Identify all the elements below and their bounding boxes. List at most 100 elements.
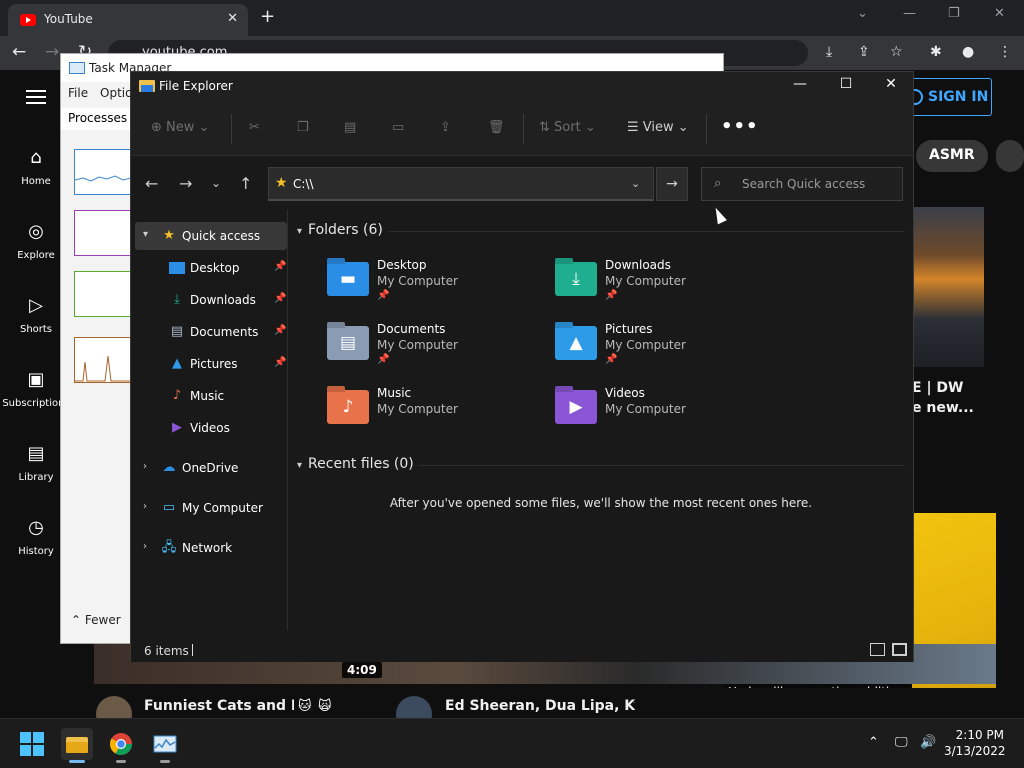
address-input[interactable]: C:\\ xyxy=(293,177,314,191)
recent-files-group-header[interactable]: ▾ Recent files (0) xyxy=(297,456,414,472)
maximize-button[interactable]: ☐ xyxy=(823,76,869,98)
folder-documents[interactable]: ▤ Documents My Computer 📌 xyxy=(327,320,537,376)
forward-icon[interactable]: → xyxy=(179,174,192,193)
clock-time: 2:10 PM xyxy=(955,728,1004,742)
more-options-icon[interactable]: ••• xyxy=(721,116,759,137)
folders-group-header[interactable]: ▾ Folders (6) xyxy=(297,222,383,238)
file-explorer-titlebar[interactable]: File Explorer — ☐ ✕ xyxy=(131,72,913,102)
chip-next[interactable] xyxy=(996,140,1024,172)
details-view-icon[interactable] xyxy=(870,643,885,656)
sidebar-item-desktop[interactable]: Desktop 📌 xyxy=(135,254,287,282)
go-button[interactable]: → xyxy=(656,167,688,201)
restore-button[interactable]: ❐ xyxy=(948,6,960,21)
search-input[interactable]: ⌕ Search Quick access xyxy=(701,167,903,201)
rename-icon[interactable]: ▭ xyxy=(392,120,404,135)
taskbar-task-manager[interactable] xyxy=(149,728,181,763)
chevron-right-icon[interactable]: › xyxy=(143,461,147,472)
taskbar: ⌃ 🖵 🔊 2:10 PM 3/13/2022 xyxy=(0,718,1024,768)
chevron-down-icon[interactable]: ⌄ xyxy=(631,177,640,190)
chevron-right-icon[interactable]: › xyxy=(143,541,147,552)
copy-icon[interactable]: ❐ xyxy=(297,120,309,135)
view-button[interactable]: ☰ View ⌄ xyxy=(627,120,689,135)
sidebar-item-label: Network xyxy=(182,541,233,555)
chevron-right-icon[interactable]: › xyxy=(143,501,147,512)
back-icon[interactable]: ← xyxy=(12,42,26,62)
address-bar[interactable]: ★ C:\\ ⌄ xyxy=(268,167,654,201)
paste-icon[interactable]: ▤ xyxy=(344,120,356,135)
share-icon[interactable]: ⇪ xyxy=(858,44,870,60)
share-icon[interactable]: ⇪ xyxy=(440,120,451,135)
back-icon[interactable]: ← xyxy=(145,174,158,193)
new-tab-button[interactable]: + xyxy=(260,6,275,27)
taskbar-file-explorer[interactable] xyxy=(61,728,93,763)
close-icon[interactable]: ✕ xyxy=(227,11,238,26)
tab-processes[interactable]: Processes xyxy=(61,108,131,130)
chip-asmr[interactable]: ASMR xyxy=(916,140,988,172)
recent-locations-chevron-icon[interactable]: ⌄ xyxy=(211,176,221,190)
pin-icon[interactable]: 📌 xyxy=(274,357,286,368)
sidebar-item-music[interactable]: ♪ Music xyxy=(135,382,287,410)
video-title-snippet[interactable]: e new... xyxy=(912,400,974,416)
sidebar-item-network[interactable]: › 🖧 Network xyxy=(135,534,287,562)
video-title[interactable]: Funniest Cats and Dogs xyxy=(144,698,294,714)
menu-file[interactable]: File xyxy=(68,86,88,100)
pin-icon: 📌 xyxy=(377,290,390,301)
chrome-tab-youtube[interactable]: YouTube ✕ xyxy=(8,4,248,36)
up-icon[interactable]: ↑ xyxy=(239,174,252,193)
menu-options[interactable]: Optio xyxy=(100,86,132,100)
cpu-graph[interactable] xyxy=(74,149,132,195)
chevron-down-icon[interactable]: ⌄ xyxy=(857,6,868,21)
network-monitor-icon[interactable]: 🖵 xyxy=(895,735,908,750)
delete-icon[interactable]: 🗑 xyxy=(488,120,505,135)
memory-graph[interactable] xyxy=(74,210,132,256)
video-thumbnail[interactable] xyxy=(912,207,984,367)
system-clock[interactable]: 2:10 PM 3/13/2022 xyxy=(944,727,1006,759)
sidebar-item-label: Videos xyxy=(190,421,230,435)
sidebar-item-videos[interactable]: ▶ Videos xyxy=(135,414,287,442)
file-explorer-window[interactable]: File Explorer — ☐ ✕ ⊕ New ⌄ ✂ ❐ ▤ ▭ ⇪ 🗑 … xyxy=(130,71,914,662)
pin-icon[interactable]: 📌 xyxy=(274,261,286,272)
large-icons-view-icon[interactable] xyxy=(892,643,907,656)
extensions-puzzle-icon[interactable]: ✱ xyxy=(930,44,942,60)
sort-button[interactable]: ⇅ Sort ⌄ xyxy=(539,120,596,135)
network-graph[interactable] xyxy=(74,337,132,383)
network-icon: 🖧 xyxy=(161,540,177,555)
sidebar-item-pictures[interactable]: ▲ Pictures 📌 xyxy=(135,350,287,378)
close-window-button[interactable]: ✕ xyxy=(994,6,1005,21)
pin-icon[interactable]: 📌 xyxy=(274,325,286,336)
sidebar-item-my-computer[interactable]: › ▭ My Computer xyxy=(135,494,287,522)
sidebar-item-documents[interactable]: ▤ Documents 📌 xyxy=(135,318,287,346)
fewer-details-link[interactable]: ⌃ Fewer xyxy=(71,613,121,627)
pin-icon: 📌 xyxy=(605,290,618,301)
pin-icon[interactable]: 📌 xyxy=(274,293,286,304)
sidebar-item-quick-access[interactable]: ▾ ★ Quick access xyxy=(135,222,287,250)
chevron-down-icon[interactable]: ▾ xyxy=(143,229,148,240)
running-indicator xyxy=(160,760,170,763)
video-title[interactable]: Ed Sheeran, Dua Lipa, Kygo, Av xyxy=(445,698,635,714)
folder-desktop[interactable]: ▬ Desktop My Computer 📌 xyxy=(327,256,537,312)
minimize-button[interactable]: — xyxy=(903,6,916,21)
folder-videos[interactable]: ▶ Videos My Computer xyxy=(555,384,765,440)
sidebar-item-onedrive[interactable]: › ☁ OneDrive xyxy=(135,454,287,482)
install-icon[interactable]: ⤓ xyxy=(826,44,832,60)
volume-icon[interactable]: 🔊 xyxy=(920,735,936,750)
disk-graph[interactable] xyxy=(74,271,132,317)
hamburger-menu-icon[interactable] xyxy=(26,90,46,104)
close-button[interactable]: ✕ xyxy=(868,76,914,98)
minimize-button[interactable]: — xyxy=(777,76,823,98)
bookmark-star-icon[interactable]: ☆ xyxy=(890,44,903,60)
folder-pictures[interactable]: ▲ Pictures My Computer 📌 xyxy=(555,320,765,376)
new-button[interactable]: ⊕ New ⌄ xyxy=(151,120,209,135)
start-button[interactable] xyxy=(20,732,44,756)
forward-icon[interactable]: → xyxy=(45,42,59,62)
cut-icon[interactable]: ✂ xyxy=(249,120,260,135)
chevron-up-icon[interactable]: ⌃ xyxy=(868,735,879,750)
folder-downloads[interactable]: ⤓ Downloads My Computer 📌 xyxy=(555,256,765,312)
taskbar-chrome[interactable] xyxy=(105,728,137,763)
folder-location: My Computer xyxy=(605,338,686,352)
menu-kebab-icon[interactable]: ⋮ xyxy=(998,44,1012,60)
folder-music[interactable]: ♪ Music My Computer xyxy=(327,384,537,440)
video-title-snippet[interactable]: E | DW xyxy=(912,380,964,396)
sidebar-item-downloads[interactable]: ⤓ Downloads 📌 xyxy=(135,286,287,314)
profile-icon[interactable]: ● xyxy=(962,44,974,60)
